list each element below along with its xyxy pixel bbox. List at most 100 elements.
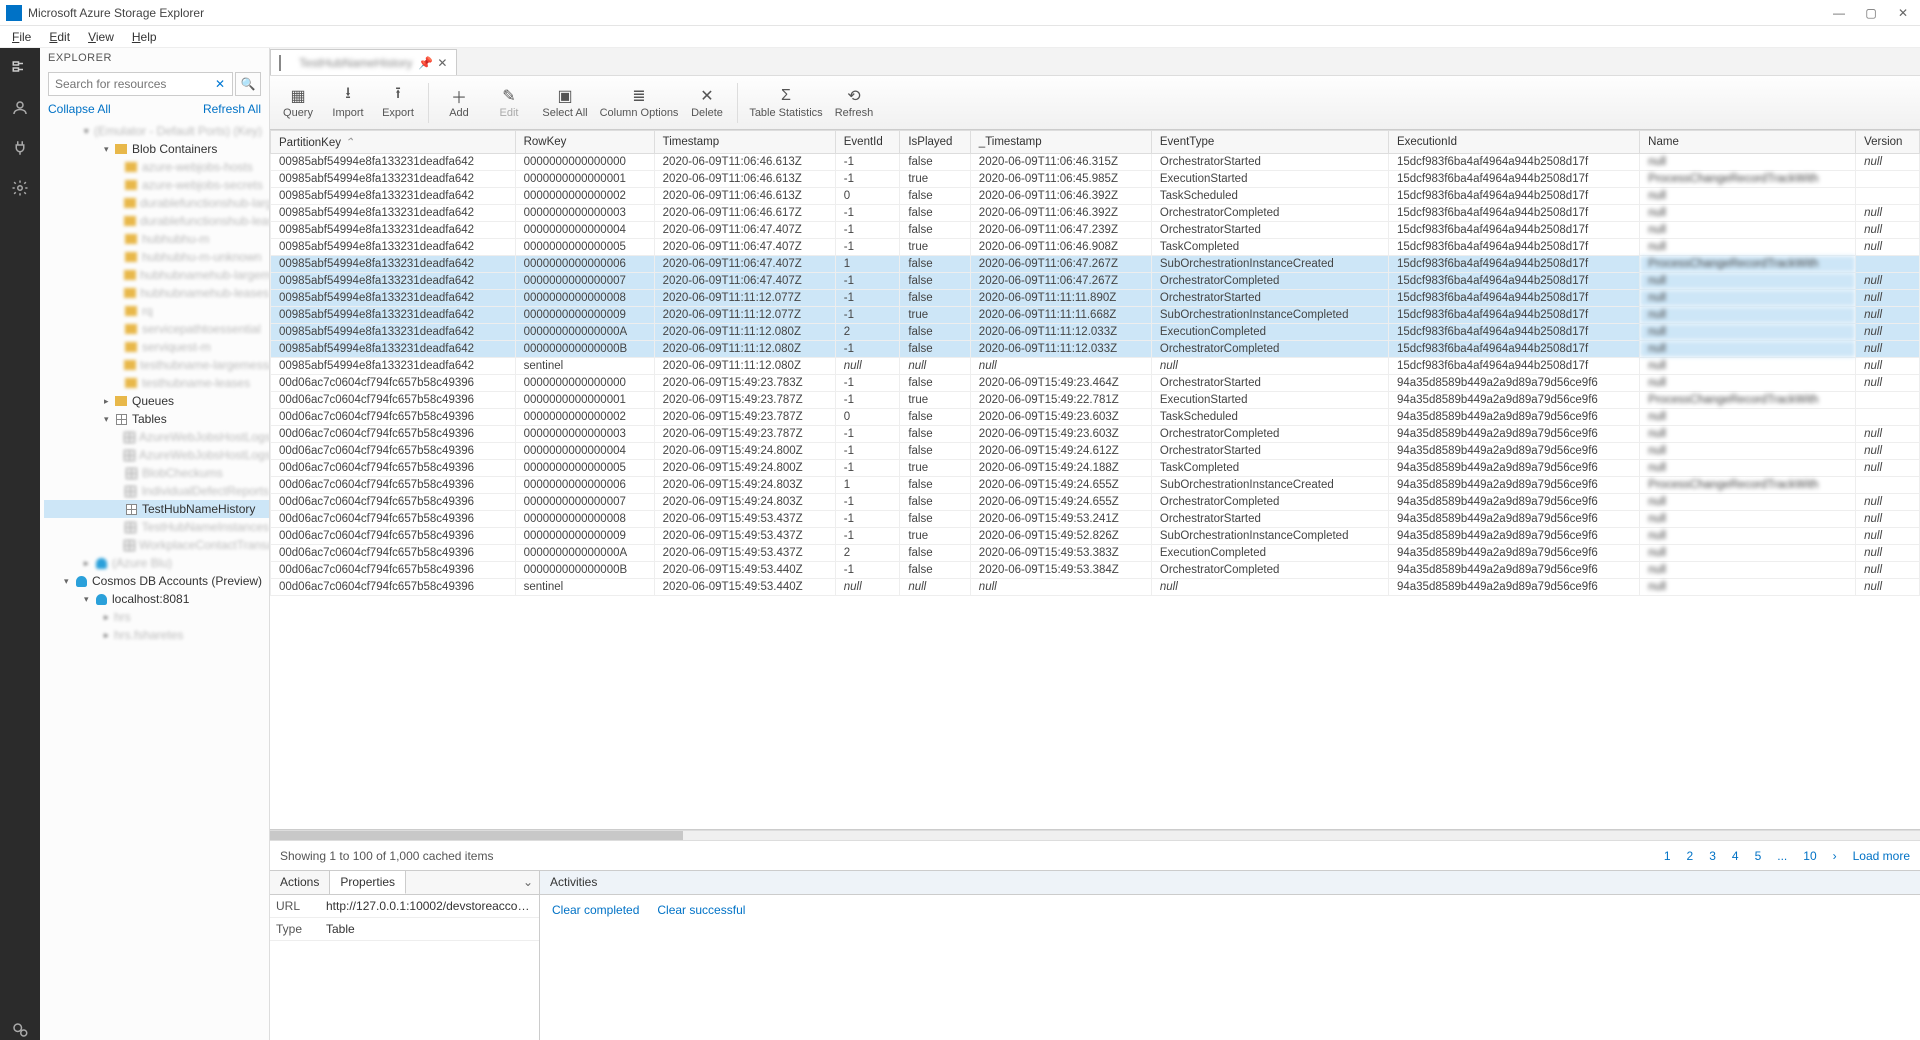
search-clear-icon[interactable]: ✕ (215, 77, 231, 91)
refresh-button[interactable]: ⟲Refresh (832, 80, 876, 126)
search-input[interactable] (48, 72, 233, 96)
table-row[interactable]: 00985abf54994e8fa133231deadfa64200000000… (271, 324, 1920, 341)
menu-file[interactable]: File (4, 28, 39, 46)
page-link[interactable]: 4 (1732, 849, 1739, 863)
properties-dropdown-icon[interactable]: ⌄ (517, 871, 539, 894)
tree-item[interactable]: hubhubnamehub-leases (44, 284, 269, 302)
table-row[interactable]: 00d06ac7c0604cf794fc657b58c4939600000000… (271, 375, 1920, 392)
tab-active[interactable]: TestHubNameHistory 📌 ✕ (270, 49, 457, 75)
page-link[interactable]: 2 (1687, 849, 1694, 863)
clear-successful-link[interactable]: Clear successful (657, 903, 745, 917)
table-row[interactable]: 00d06ac7c0604cf794fc657b58c4939600000000… (271, 528, 1920, 545)
table-row[interactable]: 00985abf54994e8fa133231deadfa64200000000… (271, 307, 1920, 324)
table-row[interactable]: 00d06ac7c0604cf794fc657b58c4939600000000… (271, 494, 1920, 511)
tab-actions[interactable]: Actions (270, 871, 330, 894)
tree-item[interactable]: AzureWebJobsHostLogsSom (44, 446, 269, 464)
search-go-button[interactable]: 🔍 (235, 72, 261, 96)
table-row[interactable]: 00985abf54994e8fa133231deadfa64200000000… (271, 222, 1920, 239)
select-all-button[interactable]: ▣Select All (537, 80, 593, 126)
tree-item[interactable]: testhubname-largemessage (44, 356, 269, 374)
table-row[interactable]: 00985abf54994e8fa133231deadfa64200000000… (271, 171, 1920, 188)
window-close[interactable]: ✕ (1896, 6, 1910, 20)
tree-item[interactable]: servicepathtoessential (44, 320, 269, 338)
tree-item[interactable]: ▸hrs.fsharetes (44, 626, 269, 644)
table-row[interactable]: 00d06ac7c0604cf794fc657b58c4939600000000… (271, 443, 1920, 460)
explorer-icon[interactable] (10, 58, 30, 78)
table-row[interactable]: 00d06ac7c0604cf794fc657b58c4939600000000… (271, 511, 1920, 528)
menu-view[interactable]: View (80, 28, 122, 46)
clear-completed-link[interactable]: Clear completed (552, 903, 639, 917)
activities-header[interactable]: Activities (540, 871, 1920, 895)
tree-item[interactable]: hubhubhu-m (44, 230, 269, 248)
column-header[interactable]: RowKey (515, 131, 654, 154)
tree-item[interactable]: BlobCheckums (44, 464, 269, 482)
tree-cosmos[interactable]: ▾Cosmos DB Accounts (Preview) (44, 572, 269, 590)
tree-item[interactable]: durablefunctionshub-leases (44, 212, 269, 230)
import-button[interactable]: ⭳Import (326, 80, 370, 126)
tree-item[interactable]: ▸(Azure Blu) (44, 554, 269, 572)
delete-button[interactable]: ✕Delete (685, 80, 729, 126)
table-row[interactable]: 00d06ac7c0604cf794fc657b58c4939600000000… (271, 409, 1920, 426)
tree-queues[interactable]: ▸Queues (44, 392, 269, 410)
page-next[interactable]: › (1833, 849, 1837, 863)
tree-item[interactable]: azure-webjobs-hosts (44, 158, 269, 176)
column-header[interactable]: ExecutionId (1388, 131, 1639, 154)
tree-item[interactable]: durablefunctionshub-largem (44, 194, 269, 212)
data-grid[interactable]: PartitionKey ⌃RowKeyTimestampEventIdIsPl… (270, 130, 1920, 830)
tree-item[interactable]: testhubname-leases (44, 374, 269, 392)
query-button[interactable]: ▦Query (276, 80, 320, 126)
table-row[interactable]: 00d06ac7c0604cf794fc657b58c4939600000000… (271, 426, 1920, 443)
tree-item[interactable]: IndividualDefectReports (44, 482, 269, 500)
column-header[interactable]: EventType (1151, 131, 1388, 154)
table-row[interactable]: 00985abf54994e8fa133231deadfa642sentinel… (271, 358, 1920, 375)
table-row[interactable]: 00985abf54994e8fa133231deadfa64200000000… (271, 154, 1920, 171)
collapse-all-link[interactable]: Collapse All (48, 102, 111, 116)
column-header[interactable]: Timestamp (654, 131, 835, 154)
table-row[interactable]: 00d06ac7c0604cf794fc657b58c49396sentinel… (271, 579, 1920, 596)
table-row[interactable]: 00d06ac7c0604cf794fc657b58c4939600000000… (271, 392, 1920, 409)
tree-tables[interactable]: ▾Tables (44, 410, 269, 428)
column-header[interactable]: PartitionKey ⌃ (271, 131, 516, 154)
column-header[interactable]: EventId (835, 131, 900, 154)
table-row[interactable]: 00d06ac7c0604cf794fc657b58c4939600000000… (271, 545, 1920, 562)
table-stats-button[interactable]: ΣTable Statistics (746, 80, 826, 126)
window-minimize[interactable]: — (1832, 6, 1846, 20)
table-row[interactable]: 00985abf54994e8fa133231deadfa64200000000… (271, 273, 1920, 290)
tree-item[interactable]: AzureWebJobsHostLogs20 (44, 428, 269, 446)
tree-item[interactable]: hubhubnamehub-largemess (44, 266, 269, 284)
menu-edit[interactable]: Edit (41, 28, 78, 46)
table-row[interactable]: 00985abf54994e8fa133231deadfa64200000000… (271, 188, 1920, 205)
tree-item[interactable]: azure-webjobs-secrets (44, 176, 269, 194)
tab-properties[interactable]: Properties (330, 871, 406, 894)
refresh-all-link[interactable]: Refresh All (203, 102, 261, 116)
add-button[interactable]: ＋Add (437, 80, 481, 126)
menu-help[interactable]: Help (124, 28, 165, 46)
tree-blob-containers[interactable]: ▾Blob Containers (44, 140, 269, 158)
tree-item[interactable]: serviquest-m (44, 338, 269, 356)
column-header[interactable]: _Timestamp (970, 131, 1151, 154)
edit-button[interactable]: ✎Edit (487, 80, 531, 126)
column-header[interactable]: Name (1640, 131, 1856, 154)
tree-item[interactable]: hubhubhu-m-unknown (44, 248, 269, 266)
table-row[interactable]: 00985abf54994e8fa133231deadfa64200000000… (271, 239, 1920, 256)
tree-emulator[interactable]: ▾(Emulator - Default Ports) (Key) (44, 122, 269, 140)
page-link[interactable]: ... (1777, 849, 1787, 863)
tree-item-selected[interactable]: TestHubNameHistory (44, 500, 269, 518)
column-header[interactable]: Version (1856, 131, 1920, 154)
horizontal-scrollbar[interactable] (270, 830, 1920, 840)
page-link[interactable]: 3 (1709, 849, 1716, 863)
export-button[interactable]: ⭱Export (376, 80, 420, 126)
tab-close-icon[interactable]: ✕ (436, 56, 448, 70)
table-row[interactable]: 00985abf54994e8fa133231deadfa64200000000… (271, 205, 1920, 222)
tab-pin-icon[interactable]: 📌 (418, 56, 430, 70)
table-row[interactable]: 00d06ac7c0604cf794fc657b58c4939600000000… (271, 460, 1920, 477)
feedback-icon[interactable] (10, 1020, 30, 1040)
tree-item[interactable]: TestHubNameInstances (44, 518, 269, 536)
table-row[interactable]: 00d06ac7c0604cf794fc657b58c4939600000000… (271, 477, 1920, 494)
page-link[interactable]: 1 (1664, 849, 1671, 863)
settings-icon[interactable] (10, 178, 30, 198)
tree-localhost[interactable]: ▾localhost:8081 (44, 590, 269, 608)
table-row[interactable]: 00d06ac7c0604cf794fc657b58c4939600000000… (271, 562, 1920, 579)
account-icon[interactable] (10, 98, 30, 118)
window-maximize[interactable]: ▢ (1864, 6, 1878, 20)
